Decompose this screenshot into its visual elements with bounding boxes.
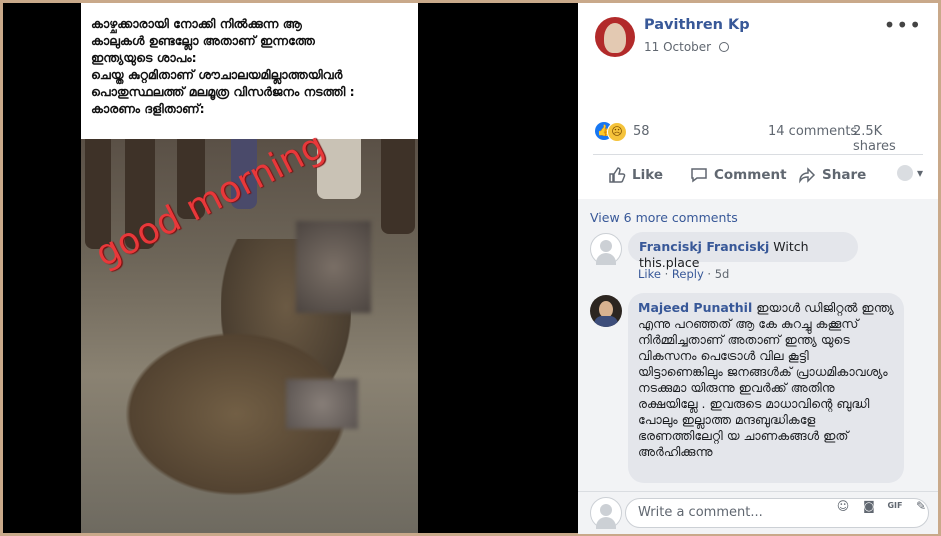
comment-like-link[interactable]: Like	[638, 267, 661, 281]
comment-reply-link[interactable]: Reply	[672, 267, 704, 281]
comment-author[interactable]: Franciskj Franciskj	[639, 239, 769, 254]
post-image[interactable]: കാഴ്ചക്കാരായി നോക്കി നിൽക്കുന്ന ആ കാലുകൾ…	[81, 3, 418, 533]
blurred-face	[286, 379, 358, 429]
composer-icons: ☺ ◙ GIF ✎	[834, 497, 930, 515]
commenter-avatar[interactable]	[590, 295, 622, 327]
post-stats: 👍 ☹ 58 14 comments 2.5K shares	[593, 122, 923, 154]
author-name[interactable]: Pavithren Kp	[644, 17, 750, 33]
post-date[interactable]: 11 October	[644, 40, 729, 54]
more-options-icon[interactable]: •••	[884, 13, 922, 37]
thumbs-up-icon	[609, 167, 626, 183]
post-date-text[interactable]: 11 October	[644, 40, 711, 54]
caption-line: കാരണം ദളിതാണ്:	[91, 101, 205, 116]
comment-bubble: Franciskj Franciskj Witch this.place	[628, 232, 858, 270]
comment-label: Comment	[714, 167, 787, 183]
divider	[593, 154, 923, 155]
globe-icon	[718, 42, 729, 52]
caption-line: പൊതുസ്ഥലത്ത് മലമൂത്ര വിസർജനം നടത്തി :	[91, 84, 355, 99]
comment-bubble: Majeed Punathil ഇയാൾ ഡിജിറ്റൽ ഇന്ത്യ എന്…	[628, 293, 904, 483]
share-count[interactable]: 2.5K shares	[853, 124, 923, 154]
comment-time[interactable]: 5d	[715, 267, 730, 281]
sad-reaction-icon[interactable]: ☹	[607, 122, 627, 142]
author-avatar[interactable]	[595, 17, 635, 57]
post-header: Pavithren Kp 11 October •••	[578, 3, 938, 73]
comment-author[interactable]: Majeed Punathil	[638, 300, 752, 315]
emoji-icon[interactable]: ☺	[834, 497, 852, 515]
comment-button[interactable]: Comment	[690, 163, 787, 187]
caption-line: കാഴ്ചക്കാരായി നോക്കി നിൽക്കുന്ന ആ	[91, 16, 302, 31]
comment-meta: Like · Reply · 5d	[638, 267, 730, 281]
share-button[interactable]: Share	[798, 163, 866, 187]
photo-scene: good morning	[81, 125, 418, 533]
current-user-avatar	[590, 497, 622, 529]
comment-text: ഇയാൾ ഡിജിറ്റൽ ഇന്ത്യ എന്നു പറഞ്ഞത് ആ കേ …	[638, 300, 894, 459]
comment-count[interactable]: 14 comments	[768, 124, 857, 139]
post-sidebar: Pavithren Kp 11 October ••• 👍 ☹ 58 14 co…	[578, 3, 938, 534]
chevron-down-icon: ▾	[916, 166, 923, 180]
bystander-legs	[381, 139, 415, 234]
photo-viewer: കാഴ്ചക്കാരായി നോക്കി നിൽക്കുന്ന ആ കാലുകൾ…	[3, 3, 577, 533]
view-more-comments-link[interactable]: View 6 more comments	[590, 210, 738, 225]
sticker-icon[interactable]: ✎	[912, 497, 930, 515]
blurred-face	[296, 221, 371, 313]
share-icon	[799, 167, 816, 184]
caption-line: കാലുകൾ ഉണ്ടല്ലോ അതാണ് ഇന്നത്തേ	[91, 33, 315, 48]
gif-icon[interactable]: GIF	[886, 497, 904, 515]
camera-icon[interactable]: ◙	[860, 497, 878, 515]
comment-composer: Write a comment... ☺ ◙ GIF ✎	[578, 491, 938, 534]
image-caption: കാഴ്ചക്കാരായി നോക്കി നിൽക്കുന്ന ആ കാലുകൾ…	[81, 3, 418, 139]
commenter-avatar[interactable]	[590, 233, 622, 265]
share-label: Share	[822, 167, 867, 183]
action-bar: Like Comment Share ▾	[593, 157, 923, 193]
audience-selector[interactable]: ▾	[896, 165, 923, 181]
like-button[interactable]: Like	[608, 163, 663, 187]
comments-section: View 6 more comments Franciskj Franciskj…	[578, 199, 938, 491]
caption-line: ഇന്ത്യയുടെ ശാപം:	[91, 50, 197, 65]
reaction-count[interactable]: 58	[633, 124, 650, 139]
profile-icon	[896, 165, 913, 181]
caption-line: ചെയ്ത കുറ്റമിതാണ് ശൗചാലയമില്ലാത്തയിവർ	[91, 67, 343, 82]
like-label: Like	[632, 167, 664, 183]
comment-icon	[691, 168, 707, 183]
